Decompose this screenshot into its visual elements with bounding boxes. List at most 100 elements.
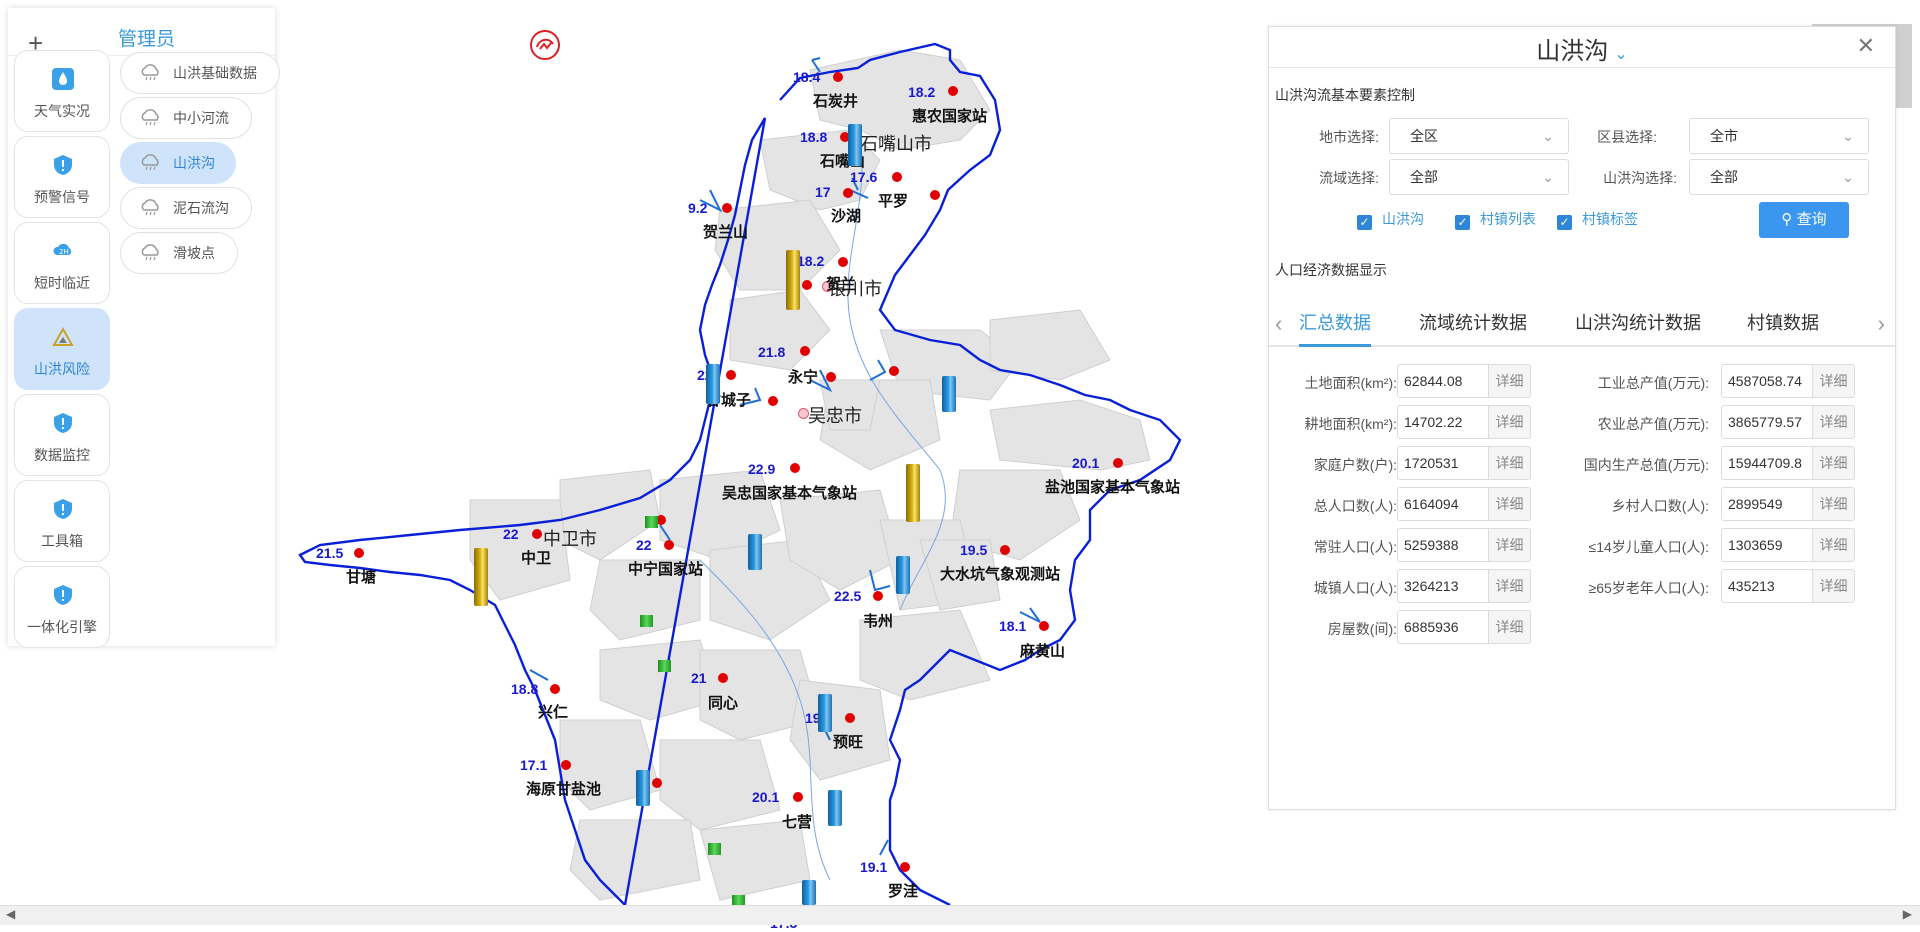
- detail-button[interactable]: 详细: [1489, 446, 1531, 480]
- category-nowcast[interactable]: 2H 短时临近: [14, 222, 110, 304]
- rainfall-bar[interactable]: [474, 548, 488, 606]
- category-integrated-engine[interactable]: 一体化引擎: [14, 566, 110, 648]
- village-marker[interactable]: [708, 843, 721, 855]
- rainfall-bar[interactable]: [786, 250, 800, 310]
- station-dot[interactable]: [768, 396, 778, 406]
- subitem-flash-flood-gully[interactable]: 山洪沟: [120, 142, 236, 184]
- logo-badge-icon[interactable]: [530, 30, 560, 60]
- rainfall-bar[interactable]: [818, 694, 832, 732]
- category-data-monitor[interactable]: 数据监控: [14, 394, 110, 476]
- category-warning-signal[interactable]: 预警信号: [14, 136, 110, 218]
- subitem-small-rivers[interactable]: 中小河流: [120, 97, 252, 139]
- station-dot[interactable]: [726, 370, 736, 380]
- county-select[interactable]: 全市 ⌄: [1689, 118, 1869, 154]
- station-dot[interactable]: [900, 862, 910, 872]
- detail-button[interactable]: 详细: [1813, 528, 1855, 562]
- query-button[interactable]: ⚲ 查询: [1759, 202, 1849, 238]
- gully-select[interactable]: 全部 ⌄: [1689, 159, 1869, 195]
- scroll-right-icon[interactable]: ▶: [1903, 907, 1912, 921]
- station-dot[interactable]: [889, 366, 899, 376]
- category-label: 一体化引擎: [27, 619, 97, 635]
- rainfall-bar[interactable]: [896, 556, 910, 594]
- station-dot[interactable]: [802, 280, 812, 290]
- panel-title[interactable]: 山洪沟 ⌄: [1269, 31, 1895, 66]
- category-toolbox[interactable]: 工具箱: [14, 480, 110, 562]
- station-dot[interactable]: [532, 529, 542, 539]
- detail-button[interactable]: 详细: [1813, 364, 1855, 398]
- station-dot[interactable]: [1000, 545, 1010, 555]
- scroll-left-icon[interactable]: ◀: [6, 907, 15, 921]
- rainfall-bar[interactable]: [906, 464, 920, 522]
- category-label: 工具箱: [41, 533, 83, 549]
- user-name[interactable]: 管理员: [118, 24, 175, 51]
- village-marker[interactable]: [658, 660, 671, 672]
- station-dot[interactable]: [826, 372, 836, 382]
- field-value: 2899549: [1721, 487, 1813, 521]
- rainfall-bar[interactable]: [802, 880, 816, 905]
- subitem-landslide[interactable]: 滑坡点: [120, 232, 238, 274]
- checkbox-village-list[interactable]: ✓ 村镇列表: [1455, 209, 1536, 230]
- station-dot[interactable]: [354, 548, 364, 558]
- rainfall-bar[interactable]: [828, 790, 842, 826]
- station-dot[interactable]: [838, 257, 848, 267]
- detail-button[interactable]: 详细: [1813, 569, 1855, 603]
- detail-button[interactable]: 详细: [1813, 487, 1855, 521]
- tab-summary[interactable]: 汇总数据: [1299, 309, 1371, 335]
- category-flood-risk[interactable]: 山洪风险: [14, 308, 110, 390]
- category-label: 数据监控: [34, 447, 90, 463]
- station-dot[interactable]: [800, 346, 810, 356]
- field-label: 总人口数(人):: [1313, 498, 1397, 514]
- field-label: 国内生产总值(万元):: [1583, 457, 1709, 473]
- close-icon[interactable]: ✕: [1857, 33, 1875, 59]
- village-marker[interactable]: [732, 895, 745, 905]
- horizontal-scrollbar[interactable]: ◀ ▶: [0, 905, 1920, 925]
- subitem-debris-flow[interactable]: 泥石流沟: [120, 187, 252, 229]
- detail-button[interactable]: 详细: [1489, 528, 1531, 562]
- chevron-left-icon[interactable]: ‹: [1275, 311, 1282, 337]
- village-marker[interactable]: [645, 516, 658, 528]
- tab-village-data[interactable]: 村镇数据: [1747, 309, 1819, 335]
- station-dot[interactable]: [1039, 621, 1049, 631]
- chevron-right-icon[interactable]: ›: [1878, 311, 1885, 337]
- tab-gully-stats[interactable]: 山洪沟统计数据: [1575, 309, 1701, 335]
- tab-basin-stats[interactable]: 流域统计数据: [1419, 309, 1527, 335]
- basin-select[interactable]: 全部 ⌄: [1389, 159, 1569, 195]
- detail-button[interactable]: 详细: [1813, 446, 1855, 480]
- detail-button[interactable]: 详细: [1489, 487, 1531, 521]
- category-weather[interactable]: 天气实况: [14, 50, 110, 132]
- station-dot[interactable]: [790, 463, 800, 473]
- subitem-flood-basic-data[interactable]: 山洪基础数据: [120, 52, 280, 94]
- station-dot[interactable]: [930, 190, 940, 200]
- rainfall-bar[interactable]: [636, 770, 650, 806]
- detail-button[interactable]: 详细: [1489, 569, 1531, 603]
- station-dot[interactable]: [892, 172, 902, 182]
- detail-button[interactable]: 详细: [1489, 364, 1531, 398]
- checkbox-gully[interactable]: ✓ 山洪沟: [1357, 209, 1424, 230]
- rainfall-bar[interactable]: [942, 376, 956, 412]
- station-dot[interactable]: [793, 792, 803, 802]
- station-dot[interactable]: [561, 760, 571, 770]
- station-value: 18.4: [793, 69, 821, 85]
- chevron-down-icon[interactable]: ⌄: [1614, 46, 1627, 63]
- village-marker[interactable]: [640, 615, 653, 627]
- station-dot[interactable]: [718, 673, 728, 683]
- station-dot[interactable]: [843, 188, 853, 198]
- station-dot[interactable]: [833, 72, 843, 82]
- rainfall-bar[interactable]: [706, 364, 720, 404]
- rainfall-bar[interactable]: [848, 124, 862, 166]
- station-dot[interactable]: [873, 591, 883, 601]
- station-dot[interactable]: [664, 540, 674, 550]
- detail-button[interactable]: 详细: [1813, 405, 1855, 439]
- detail-button[interactable]: 详细: [1489, 405, 1531, 439]
- checkbox-village-tag[interactable]: ✓ 村镇标签: [1557, 209, 1638, 230]
- city-select[interactable]: 全区 ⌄: [1389, 118, 1569, 154]
- station-dot[interactable]: [948, 86, 958, 96]
- station-dot[interactable]: [1113, 458, 1123, 468]
- station-dot[interactable]: [722, 203, 732, 213]
- station-dot[interactable]: [845, 713, 855, 723]
- rainfall-bar[interactable]: [748, 534, 762, 570]
- detail-button[interactable]: 详细: [1489, 610, 1531, 644]
- station-dot[interactable]: [652, 778, 662, 788]
- station-value: 18.8: [800, 129, 828, 145]
- station-dot[interactable]: [550, 684, 560, 694]
